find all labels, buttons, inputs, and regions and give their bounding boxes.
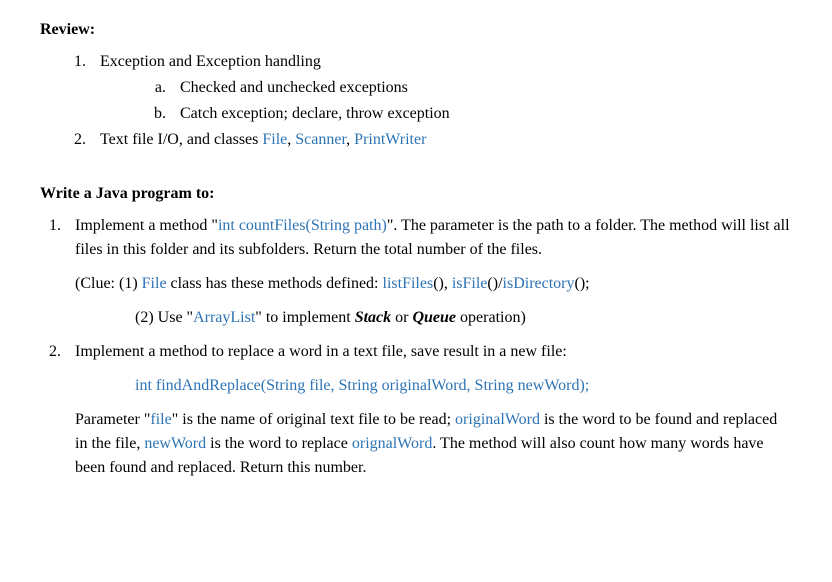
write-1-clue2: (2) Use "ArrayList" to implement Stack o… [135,306,792,330]
review-item-2-prefix: Text file I/O, and classes [100,131,262,148]
write-list: Implement a method "int countFiles(Strin… [40,214,792,480]
text: or [391,309,412,326]
write-item-1: Implement a method "int countFiles(Strin… [65,214,792,330]
text: Parameter " [75,411,150,428]
term-stack: Stack [355,309,391,326]
review-item-1: Exception and Exception handling Checked… [90,50,792,126]
text: ()/ [487,275,502,292]
write-1-clue1: (Clue: (1) File class has these methods … [75,272,792,296]
text: (Clue: (1) [75,275,142,292]
review-item-2: Text file I/O, and classes File, Scanner… [90,128,792,152]
write-2-para1: Implement a method to replace a word in … [75,340,792,364]
link-file: File [142,275,167,292]
text: (); [575,275,590,292]
text: " to implement [255,309,354,326]
review-sublist: Checked and unchecked exceptions Catch e… [100,76,792,126]
review-item-1-text: Exception and Exception handling [100,53,321,70]
write-heading: Write a Java program to: [40,182,792,206]
param-orignalword: orignalWord [352,435,432,452]
param-originalword: originalWord [455,411,540,428]
text: (), [433,275,452,292]
link-scanner: Scanner [295,131,346,148]
review-sub-b: Catch exception; declare, throw exceptio… [170,102,792,126]
write-1-para1: Implement a method "int countFiles(Strin… [75,214,792,262]
text: class has these methods defined: [167,275,383,292]
param-newword: newWord [144,435,206,452]
review-sub-a: Checked and unchecked exceptions [170,76,792,100]
sep: , [346,131,354,148]
write-2-para2: Parameter "file" is the name of original… [75,408,792,480]
method-findandreplace: int findAndReplace(String file, String o… [135,374,792,398]
write-item-2: Implement a method to replace a word in … [65,340,792,480]
text: operation) [456,309,526,326]
method-isfile: isFile [452,275,488,292]
text: is the word to replace [206,435,352,452]
text: (2) Use " [135,309,193,326]
param-file: file [150,411,171,428]
method-listfiles: listFiles [383,275,434,292]
link-printwriter: PrintWriter [354,131,426,148]
link-file: File [262,131,287,148]
link-arraylist: ArrayList [193,309,255,326]
review-list: Exception and Exception handling Checked… [40,50,792,152]
method-countfiles: int countFiles(String path) [218,217,387,234]
method-isdirectory: isDirectory [503,275,575,292]
text: " is the name of original text file to b… [172,411,455,428]
text: Implement a method " [75,217,218,234]
term-queue: Queue [412,309,456,326]
review-heading: Review: [40,18,792,42]
